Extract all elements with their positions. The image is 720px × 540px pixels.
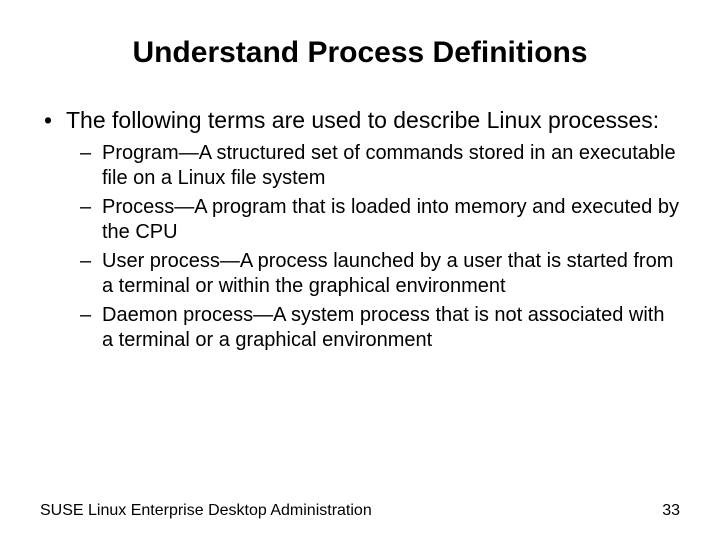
definition-item: Program—A structured set of commands sto… bbox=[80, 141, 680, 191]
definition-item: Daemon process—A system process that is … bbox=[80, 303, 680, 353]
definition-text: Program—A structured set of commands sto… bbox=[102, 142, 676, 189]
bullet-list-level1: The following terms are used to describe… bbox=[40, 106, 680, 353]
footer-source: SUSE Linux Enterprise Desktop Administra… bbox=[40, 502, 372, 520]
intro-bullet: The following terms are used to describe… bbox=[40, 106, 680, 353]
definition-text: Daemon process—A system process that is … bbox=[102, 304, 664, 351]
slide-title: Understand Process Definitions bbox=[40, 36, 680, 70]
definition-item: User process—A process launched by a use… bbox=[80, 249, 680, 299]
definition-text: Process—A program that is loaded into me… bbox=[102, 196, 679, 243]
intro-text: The following terms are used to describe… bbox=[66, 107, 659, 133]
slide: Understand Process Definitions The follo… bbox=[0, 0, 720, 540]
footer-page-number: 33 bbox=[662, 502, 680, 520]
bullet-list-level2: Program—A structured set of commands sto… bbox=[80, 141, 680, 353]
definition-text: User process—A process launched by a use… bbox=[102, 250, 673, 297]
slide-footer: SUSE Linux Enterprise Desktop Administra… bbox=[40, 502, 680, 520]
definition-item: Process—A program that is loaded into me… bbox=[80, 195, 680, 245]
